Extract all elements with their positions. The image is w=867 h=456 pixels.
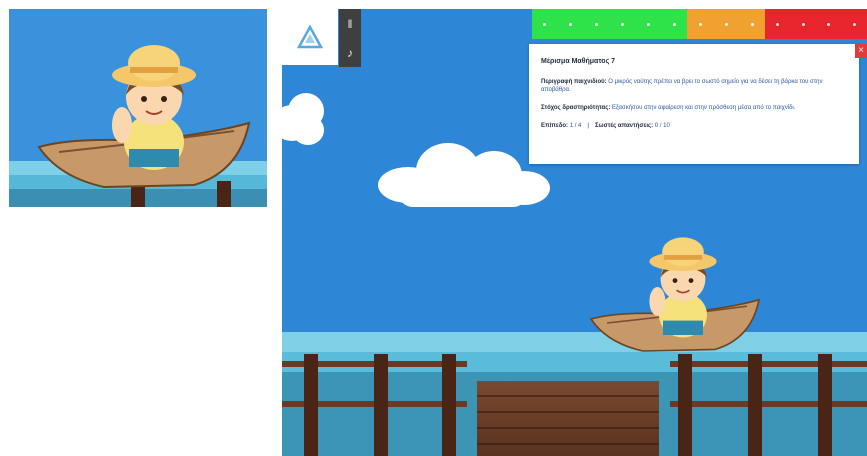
close-button[interactable]: × (855, 44, 867, 58)
info-stats: Επίπεδο: 1 / 4 | Σωστές απαντήσεις: 0 / … (541, 123, 670, 129)
sea-surface (282, 332, 867, 352)
info-goal-label: Στόχος δραστηριότητας: (541, 105, 611, 111)
pause-icon[interactable]: ‖ (348, 18, 353, 30)
info-panel: Μέρισμα Μαθήματος 7 Περιγραφή παιχνιδιού… (529, 44, 859, 164)
progress-bar (532, 9, 867, 39)
sound-icon[interactable]: ♪ (347, 47, 353, 59)
stat-label: Επίπεδο: (541, 123, 569, 129)
progress-segment-orange (687, 9, 765, 39)
railing-post (304, 354, 318, 456)
triangle-logo-icon (297, 25, 323, 49)
info-title: Μέρισμα Μαθήματος 7 (541, 58, 616, 65)
info-description: Περιγραφή παιχνιδιού: Ο μικρός ναύτης πρ… (541, 78, 849, 94)
control-bar: ‖ ♪ (339, 9, 361, 67)
railing-post (374, 354, 388, 456)
logo[interactable] (282, 9, 338, 65)
info-goal-text: Εξασκήσου στην αφαίρεση και στην πρόσθεσ… (612, 105, 796, 111)
stat-value: 1 / 4 (569, 123, 582, 129)
info-goal: Στόχος δραστηριότητας: Εξασκήσου στην αφ… (541, 104, 849, 112)
cloud (282, 93, 324, 149)
railing-post (442, 354, 456, 456)
railing (670, 401, 867, 407)
reference-preview (9, 9, 267, 207)
stat-label: Σωστές απαντήσεις: (594, 123, 654, 129)
info-description-label: Περιγραφή παιχνιδιού: (541, 79, 607, 85)
game-scene: ‖ ♪ Μέρισμα Μαθήματος 7 Περιγραφή παιχνι… (282, 9, 867, 456)
boy-in-boat-draggable[interactable] (582, 231, 772, 363)
progress-segment-red (765, 9, 867, 39)
cloud (378, 137, 550, 209)
railing-post (748, 354, 762, 456)
progress-segment-green (532, 9, 687, 39)
wooden-pier (477, 381, 659, 456)
railing-post (818, 354, 832, 456)
railing-post (678, 354, 692, 456)
boy-in-boat-figure (37, 45, 251, 189)
stat-value: 0 / 10 (654, 123, 670, 129)
